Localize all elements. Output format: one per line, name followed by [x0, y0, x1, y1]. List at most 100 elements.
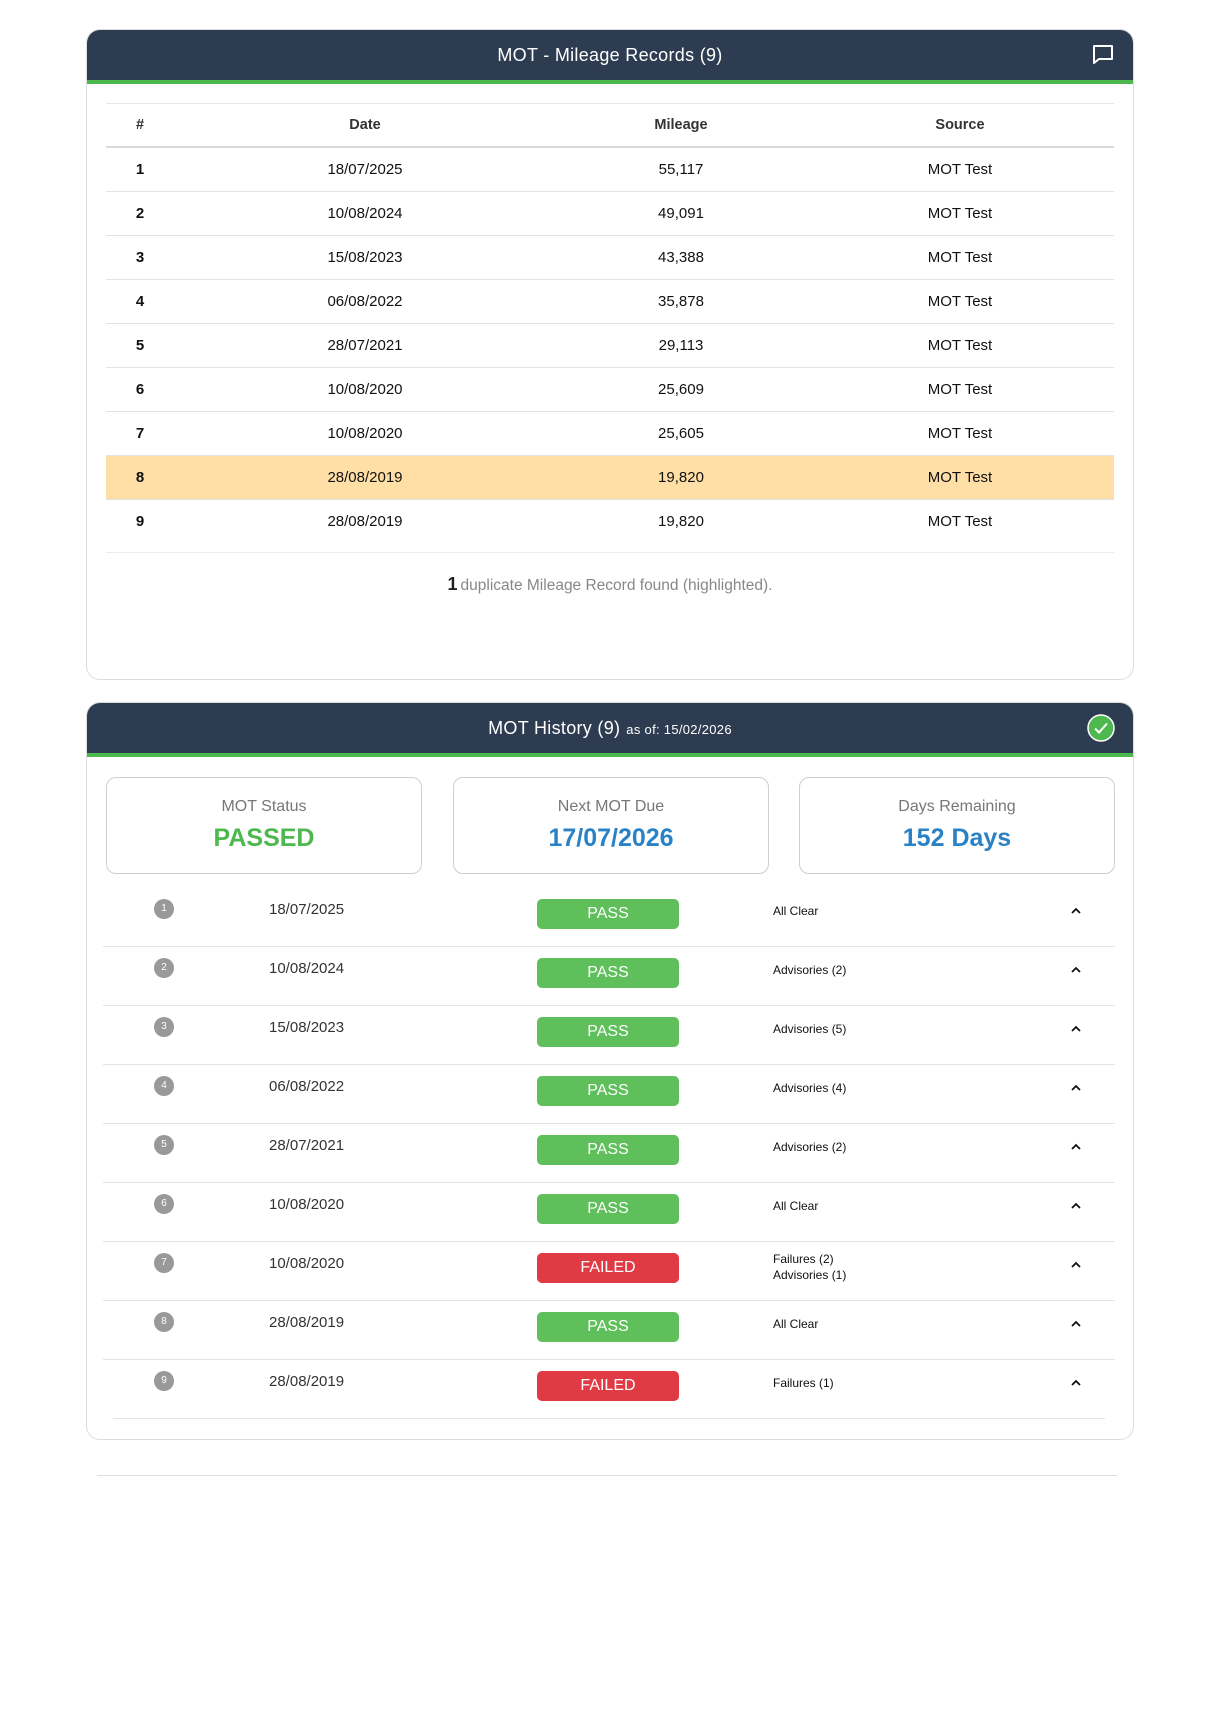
- row-date: 15/08/2023: [174, 235, 556, 280]
- result-notes: All Clear: [773, 1198, 818, 1214]
- result-badge: PASS: [537, 1017, 679, 1047]
- result-notes: All Clear: [773, 1316, 818, 1332]
- table-row: 8 28/08/2019 19,820 MOT Test: [106, 455, 1114, 500]
- table-row: 9 28/08/2019 19,820 MOT Test: [106, 500, 1114, 544]
- chevron-up-icon[interactable]: [1069, 1140, 1083, 1158]
- row-number: 5: [106, 323, 174, 368]
- row-mileage: 55,117: [556, 147, 806, 192]
- column-header-number: #: [106, 103, 174, 148]
- result-note: Failures (1): [773, 1376, 834, 1390]
- mot-history-row[interactable]: 5 28/07/2021 PASS Advisories (2): [103, 1124, 1115, 1183]
- mot-history-row[interactable]: 1 18/07/2025 PASS All Clear: [103, 888, 1115, 947]
- result-badge: PASS: [537, 1194, 679, 1224]
- test-date: 28/08/2019: [269, 1373, 345, 1390]
- row-mileage: 19,820: [658, 513, 704, 530]
- test-date: 06/08/2022: [269, 1078, 345, 1095]
- next-mot-due-box: Next MOT Due 17/07/2026: [453, 777, 769, 874]
- mot-status-box: MOT Status PASSED: [106, 777, 422, 874]
- days-remaining-box: Days Remaining 152 Days: [799, 777, 1115, 874]
- history-card-header: MOT History (9) as of: 15/02/2026: [87, 703, 1133, 757]
- test-date: 15/08/2023: [269, 1019, 345, 1036]
- test-date: 10/08/2024: [269, 960, 345, 977]
- row-number-badge: 7: [154, 1253, 174, 1273]
- result-notes: Failures (2) Advisories (1): [773, 1251, 846, 1283]
- chevron-up-icon[interactable]: [1069, 1376, 1083, 1394]
- result-badge: FAILED: [537, 1253, 679, 1283]
- mileage-card-header: MOT - Mileage Records (9): [87, 30, 1133, 84]
- result-notes: Advisories (4): [773, 1080, 846, 1096]
- result-notes: All Clear: [773, 903, 818, 919]
- column-header-date: Date: [174, 103, 556, 148]
- history-as-of: as of: 15/02/2026: [626, 721, 732, 737]
- row-number: 1: [106, 147, 174, 192]
- row-source: MOT Test: [806, 147, 1114, 192]
- result-notes: Advisories (2): [773, 962, 846, 978]
- result-note: All Clear: [773, 1199, 819, 1213]
- row-mileage: 35,878: [556, 279, 806, 324]
- chevron-up-icon[interactable]: [1069, 1022, 1083, 1040]
- row-source: MOT Test: [806, 191, 1114, 236]
- row-source: MOT Test: [806, 455, 1114, 500]
- mot-history-row[interactable]: 3 15/08/2023 PASS Advisories (5): [103, 1006, 1115, 1065]
- result-note: All Clear: [773, 904, 819, 918]
- row-number: 9: [135, 513, 145, 530]
- row-number-badge: 1: [154, 899, 174, 919]
- chevron-up-icon[interactable]: [1069, 1317, 1083, 1335]
- test-date: 28/08/2019: [269, 1314, 345, 1331]
- history-card-title: MOT History (9): [488, 717, 621, 738]
- result-badge: PASS: [537, 899, 679, 929]
- row-mileage: 19,820: [556, 455, 806, 500]
- chevron-up-icon[interactable]: [1069, 963, 1083, 981]
- chevron-up-icon[interactable]: [1069, 1199, 1083, 1217]
- mot-history-row[interactable]: 7 10/08/2020 FAILED Failures (2) Advisories …: [103, 1242, 1115, 1301]
- row-mileage: 29,113: [556, 323, 806, 368]
- row-number: 8: [106, 455, 174, 500]
- row-number-badge: 5: [154, 1135, 174, 1155]
- result-badge: PASS: [537, 1312, 679, 1342]
- chevron-up-icon[interactable]: [1069, 1258, 1083, 1276]
- table-row: 4 06/08/2022 35,878 MOT Test: [106, 279, 1114, 324]
- test-date: 18/07/2025: [269, 901, 345, 918]
- mot-history-list: 1 18/07/2025 PASS All Clear 2 10/08/2024 PASS A…: [103, 888, 1115, 1419]
- row-date: 06/08/2022: [174, 279, 556, 324]
- page-divider: [97, 1475, 1117, 1476]
- mot-history-row[interactable]: 8 28/08/2019 PASS All Clear: [103, 1301, 1115, 1360]
- row-date: 10/08/2024: [174, 191, 556, 236]
- row-source: MOT Test: [927, 513, 993, 530]
- comment-icon[interactable]: [1091, 42, 1115, 71]
- duplicate-text: duplicate Mileage Record found (highligh…: [460, 577, 773, 594]
- days-remaining-label: Days Remaining: [898, 798, 1016, 815]
- row-date: 10/08/2020: [174, 367, 556, 412]
- mot-history-row[interactable]: 4 06/08/2022 PASS Advisories (4): [103, 1065, 1115, 1124]
- result-note: Advisories (2): [773, 963, 847, 977]
- chevron-up-icon[interactable]: [1069, 1081, 1083, 1099]
- table-row: 7 10/08/2020 25,605 MOT Test: [106, 411, 1114, 456]
- row-number: 7: [106, 411, 174, 456]
- mot-history-row[interactable]: 6 10/08/2020 PASS All Clear: [103, 1183, 1115, 1242]
- result-notes: Advisories (5): [773, 1021, 846, 1037]
- row-number-badge: 3: [154, 1017, 174, 1037]
- result-note: Advisories (5): [773, 1022, 847, 1036]
- mileage-card-title: MOT - Mileage Records (9): [497, 44, 723, 65]
- row-date: 28/08/2019: [327, 513, 403, 530]
- test-date: 10/08/2020: [269, 1196, 345, 1213]
- row-mileage: 25,605: [556, 411, 806, 456]
- row-number: 2: [106, 191, 174, 236]
- mot-history-row[interactable]: 2 10/08/2024 PASS Advisories (2): [103, 947, 1115, 1006]
- chevron-up-icon[interactable]: [1069, 904, 1083, 922]
- mileage-records-card: MOT - Mileage Records (9) # Date Mileage…: [86, 29, 1134, 680]
- result-badge: PASS: [537, 958, 679, 988]
- row-source: MOT Test: [806, 411, 1114, 456]
- result-note: Failures (2): [773, 1252, 834, 1266]
- row-number-badge: 9: [154, 1371, 174, 1391]
- divider: [106, 552, 1114, 553]
- check-circle-icon: [1087, 714, 1115, 747]
- result-note: All Clear: [773, 1317, 819, 1331]
- row-source: MOT Test: [806, 323, 1114, 368]
- row-date: 28/07/2021: [174, 323, 556, 368]
- table-row: 5 28/07/2021 29,113 MOT Test: [106, 323, 1114, 368]
- row-number-badge: 6: [154, 1194, 174, 1214]
- result-note: Advisories (1): [773, 1268, 847, 1282]
- mot-history-row[interactable]: 9 28/08/2019 FAILED Failures (1): [113, 1360, 1105, 1419]
- result-badge: PASS: [537, 1135, 679, 1165]
